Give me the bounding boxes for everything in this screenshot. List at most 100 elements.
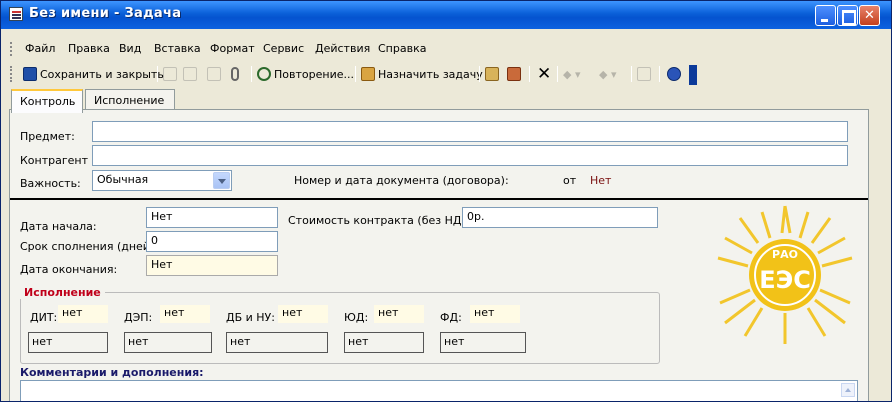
contractor-label: Контрагент bbox=[20, 154, 89, 167]
assign-task-button[interactable]: Назначить задачу bbox=[361, 65, 483, 83]
execution-group-title: Исполнение bbox=[20, 286, 105, 299]
toolbar-separator bbox=[631, 66, 632, 82]
next-item-button[interactable]: ◆ ▾ bbox=[599, 65, 616, 83]
tab-control[interactable]: Контроль bbox=[11, 89, 83, 113]
category-button[interactable] bbox=[507, 65, 524, 83]
copy-icon bbox=[183, 67, 197, 81]
up-icon: ◆ ▾ bbox=[563, 67, 581, 81]
toolbar-separator bbox=[157, 66, 158, 82]
maximize-icon bbox=[838, 6, 857, 25]
cut-button[interactable] bbox=[163, 65, 180, 83]
db-nu-field[interactable]: нет bbox=[226, 332, 328, 353]
delete-icon: ✕ bbox=[537, 64, 552, 84]
help-button[interactable] bbox=[667, 65, 684, 83]
delete-button[interactable]: ✕ bbox=[537, 64, 552, 84]
minimize-icon bbox=[816, 6, 835, 25]
toolbar-separator bbox=[659, 66, 660, 82]
menu-grip[interactable] bbox=[10, 42, 13, 56]
address-book-button[interactable] bbox=[485, 65, 502, 83]
standard-toolbar: Сохранить и закрыть Повторение... Назнач… bbox=[1, 62, 701, 86]
cost-input[interactable]: 0р. bbox=[462, 207, 658, 228]
save-close-label: Сохранить и закрыть bbox=[40, 67, 164, 81]
duration-label: Срок сполнения (дней): bbox=[20, 240, 158, 253]
end-date-label: Дата окончания: bbox=[20, 263, 118, 276]
menu-view[interactable]: Вид bbox=[119, 42, 141, 55]
dit-field[interactable]: нет bbox=[28, 332, 108, 353]
close-button[interactable]: ✕ bbox=[859, 5, 880, 26]
address-book-icon bbox=[485, 67, 499, 81]
tab-execution[interactable]: Исполнение bbox=[85, 89, 175, 111]
save-icon bbox=[23, 67, 37, 81]
fd-field[interactable]: нет bbox=[440, 332, 526, 353]
minimize-button[interactable] bbox=[815, 5, 836, 26]
dep-value: нет bbox=[160, 305, 210, 323]
scroll-up-icon[interactable] bbox=[841, 383, 855, 397]
cut-icon bbox=[163, 67, 177, 81]
subject-label: Предмет: bbox=[20, 130, 75, 143]
yud-field[interactable]: нет bbox=[344, 332, 424, 353]
down-icon: ◆ ▾ bbox=[599, 67, 617, 81]
start-date-label: Дата начала: bbox=[20, 220, 97, 233]
db-nu-value: нет bbox=[278, 305, 328, 323]
yud-label: ЮД: bbox=[344, 311, 369, 324]
recurrence-button[interactable]: Повторение... bbox=[257, 65, 354, 83]
end-date-field: Нет bbox=[146, 255, 278, 276]
rao-ees-logo: РАО ЕЭС bbox=[717, 205, 853, 344]
save-close-button[interactable]: Сохранить и закрыть bbox=[23, 65, 164, 83]
menu-help[interactable]: Справка bbox=[378, 42, 426, 55]
toolbar-separator bbox=[557, 66, 558, 82]
category-icon bbox=[507, 67, 521, 81]
duration-input[interactable]: 0 bbox=[146, 231, 278, 252]
task-window: Без имени - Задача ✕ Файл Правка Вид Вст… bbox=[0, 0, 892, 402]
assign-label: Назначить задачу bbox=[378, 67, 483, 81]
importance-label: Важность: bbox=[20, 177, 81, 190]
menu-format[interactable]: Формат bbox=[210, 42, 255, 55]
control-panel: Предмет: Контрагент Важность: Обычная Но… bbox=[9, 109, 869, 401]
attach-button[interactable] bbox=[231, 65, 242, 83]
title-bar[interactable]: Без имени - Задача ✕ bbox=[1, 1, 891, 29]
paste-button[interactable] bbox=[207, 65, 224, 83]
assign-icon bbox=[361, 67, 375, 81]
cost-label: Стоимость контракта (без НДС): bbox=[288, 214, 478, 227]
menu-actions[interactable]: Действия bbox=[315, 42, 370, 55]
toolbar-separator bbox=[251, 66, 252, 82]
execution-group bbox=[20, 292, 660, 364]
menu-file[interactable]: Файл bbox=[25, 42, 55, 55]
importance-select[interactable]: Обычная bbox=[92, 170, 232, 191]
toolbar-separator bbox=[479, 66, 480, 82]
task-icon bbox=[9, 7, 23, 21]
menu-insert[interactable]: Вставка bbox=[154, 42, 201, 55]
comments-textarea[interactable] bbox=[20, 380, 858, 401]
doc-from-label: от bbox=[563, 174, 577, 187]
copy-button[interactable] bbox=[183, 65, 200, 83]
yud-value: нет bbox=[374, 305, 424, 323]
insert-button[interactable] bbox=[637, 65, 654, 83]
chevron-down-icon[interactable] bbox=[213, 172, 230, 189]
contractor-input[interactable] bbox=[92, 145, 848, 166]
attach-icon bbox=[231, 67, 239, 81]
maximize-button[interactable] bbox=[837, 5, 858, 26]
recurrence-icon bbox=[257, 67, 271, 81]
toolbar-grip[interactable] bbox=[10, 66, 13, 82]
close-icon: ✕ bbox=[864, 8, 875, 23]
doc-label: Номер и дата документа (договора): bbox=[294, 174, 509, 187]
doc-value[interactable]: Нет bbox=[590, 174, 611, 187]
comments-label: Комментарии и дополнения: bbox=[20, 366, 204, 379]
dep-field[interactable]: нет bbox=[124, 332, 212, 353]
toolbar-overflow-button[interactable] bbox=[689, 65, 697, 85]
toolbar-separator bbox=[529, 66, 530, 82]
window-title: Без имени - Задача bbox=[29, 6, 182, 21]
menu-edit[interactable]: Правка bbox=[68, 42, 110, 55]
importance-value: Обычная bbox=[97, 173, 149, 186]
menu-bar: Файл Правка Вид Вставка Формат Сервис Де… bbox=[1, 38, 891, 60]
previous-item-button[interactable]: ◆ ▾ bbox=[563, 65, 580, 83]
fd-value: нет bbox=[470, 305, 520, 323]
dit-label: ДИТ: bbox=[30, 311, 58, 324]
logo-text: ЕЭС bbox=[759, 266, 811, 294]
menu-tools[interactable]: Сервис bbox=[263, 42, 304, 55]
fd-label: ФД: bbox=[440, 311, 462, 324]
logo-top-text: РАО bbox=[772, 248, 798, 261]
start-date-input[interactable]: Нет bbox=[146, 207, 278, 228]
subject-input[interactable] bbox=[92, 121, 848, 142]
db-nu-label: ДБ и НУ: bbox=[226, 311, 275, 324]
